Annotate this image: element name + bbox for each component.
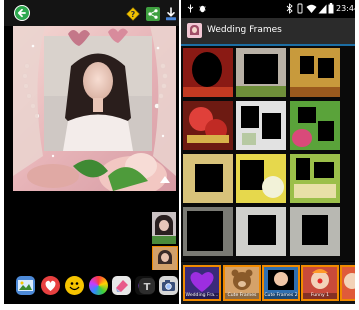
text-icon[interactable]: T	[139, 278, 155, 294]
screen-title: Wedding Frames	[207, 25, 282, 35]
usb-icon	[186, 4, 195, 13]
gallery-icon[interactable]	[16, 276, 35, 295]
frame-thumbnail[interactable]	[236, 101, 286, 150]
bug-icon	[198, 4, 207, 13]
category-funny-more[interactable]	[340, 265, 355, 301]
bluetooth-icon	[286, 3, 293, 14]
frame-thumbnail[interactable]	[290, 48, 340, 97]
frames-screen: 23:44 Wedding Frames	[181, 0, 355, 304]
category-cute-frames[interactable]: Cute Frames	[223, 265, 261, 301]
frame-thumbnail[interactable]	[236, 154, 286, 203]
svg-text:?: ?	[131, 10, 136, 19]
camera-icon[interactable]	[159, 276, 178, 295]
svg-text:T: T	[144, 282, 151, 293]
frame-thumbnail[interactable]	[290, 154, 340, 203]
category-label: Cute Frames 2	[264, 293, 298, 299]
clown-icon	[311, 269, 329, 289]
category-cute-frames-2[interactable]: Cute Frames 2	[262, 265, 300, 301]
funny-frame-icon	[344, 273, 355, 289]
purple-heart-icon	[190, 272, 214, 292]
editor-screen: ? T	[4, 0, 179, 304]
back-arrow-icon[interactable]	[14, 5, 30, 21]
thumbnail-preview-lower[interactable]	[152, 246, 178, 272]
category-label: Cute Frames	[225, 293, 259, 299]
frame-thumbnail[interactable]	[236, 48, 286, 97]
frames-title-bar: Wedding Frames	[181, 18, 355, 46]
frame-thumbnail[interactable]	[183, 48, 233, 97]
scroll-up-icon[interactable]	[160, 176, 170, 183]
eraser-icon[interactable]	[112, 276, 131, 295]
frame-grid	[181, 46, 355, 261]
wifi-icon	[306, 3, 317, 14]
share-icon[interactable]	[146, 6, 160, 21]
battery-icon	[328, 3, 334, 14]
signal-icon	[318, 3, 327, 14]
vibrate-icon	[296, 3, 304, 14]
frame-thumbnail[interactable]	[183, 101, 233, 150]
framed-photo[interactable]	[13, 26, 176, 196]
save-download-icon[interactable]	[164, 6, 178, 21]
frame-thumbnail[interactable]	[290, 101, 340, 150]
status-bar: 23:44	[181, 0, 355, 18]
category-tray: Wedding Fra... Cute Frames Cute Frames 2…	[181, 262, 355, 304]
category-wedding[interactable]: Wedding Fra...	[183, 265, 221, 301]
status-time: 23:44	[336, 4, 355, 13]
frame-thumbnail[interactable]	[183, 154, 233, 203]
thumbnail-preview-upper[interactable]	[152, 212, 176, 244]
frame-thumbnail[interactable]	[236, 207, 286, 256]
frame-thumbnail[interactable]	[290, 207, 340, 256]
color-wheel-icon[interactable]	[89, 276, 108, 295]
emoji-icon[interactable]	[65, 276, 84, 295]
frame-thumbnail[interactable]	[183, 207, 233, 256]
category-label: Wedding Fra...	[185, 293, 219, 299]
app-icon[interactable]	[187, 23, 202, 38]
cute-frame-icon	[268, 270, 294, 290]
editor-action-bar: ?	[4, 0, 179, 26]
help-diamond-icon[interactable]: ?	[126, 6, 140, 21]
teddy-bear-icon	[231, 269, 253, 290]
category-label: Funny 1	[303, 293, 337, 299]
category-funny-1[interactable]: Funny 1	[301, 265, 339, 301]
sticker-icon[interactable]	[41, 276, 60, 295]
